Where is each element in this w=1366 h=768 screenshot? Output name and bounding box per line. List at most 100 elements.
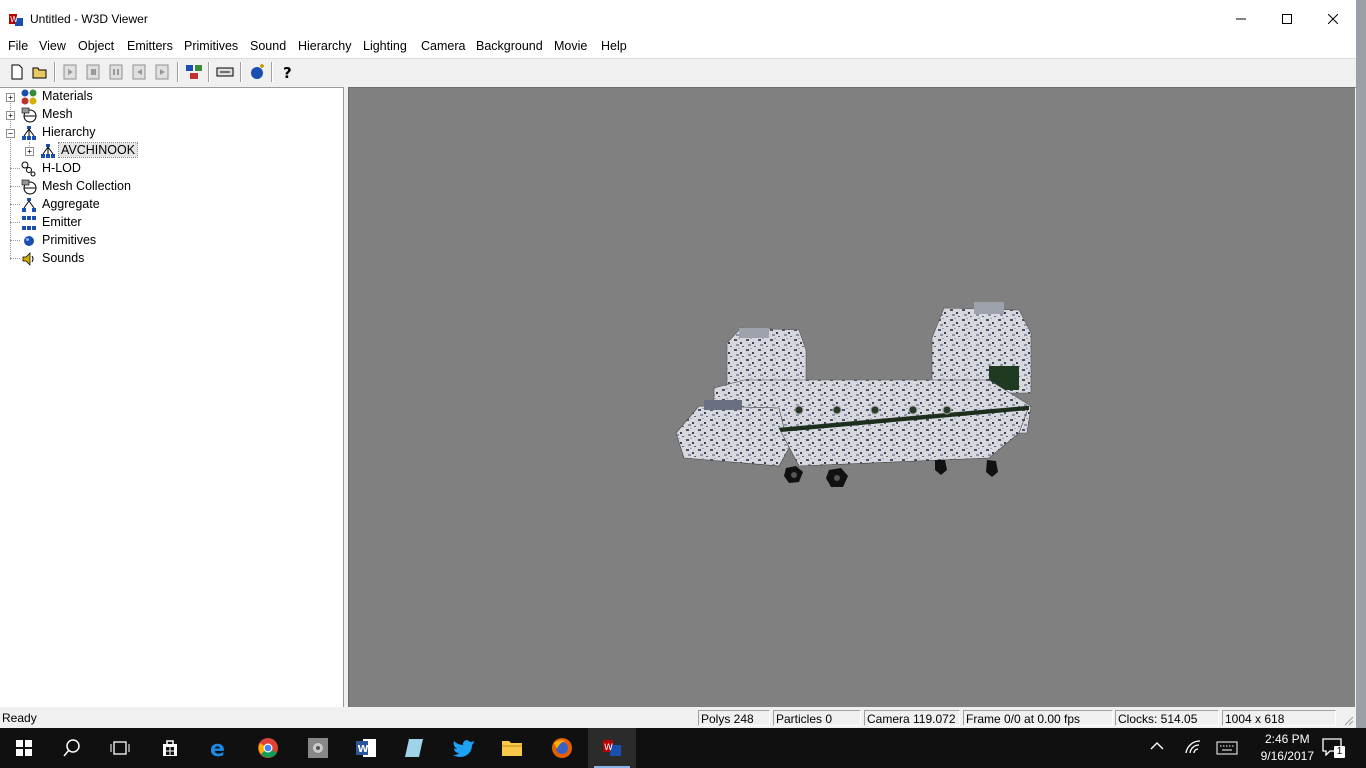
menu-sound[interactable]: Sound: [248, 39, 288, 53]
hlod-icon: [21, 161, 36, 177]
tree-item-hlod[interactable]: H-LOD: [0, 160, 340, 178]
menu-file[interactable]: File: [6, 39, 30, 53]
object-tree-icon: [186, 65, 202, 79]
tree-item-label: H-LOD: [42, 161, 81, 175]
anim-step-forward-button[interactable]: [153, 63, 171, 81]
tree-item-label: Mesh: [42, 107, 73, 121]
tree-item-mesh-collection[interactable]: Mesh Collection: [0, 178, 340, 196]
svg-text:W: W: [604, 743, 613, 753]
expand-toggle[interactable]: +: [25, 147, 34, 156]
anim-step-back-button[interactable]: [130, 63, 148, 81]
anim-play-icon: [63, 64, 77, 80]
open-folder-icon: [32, 67, 47, 79]
help-button[interactable]: ?: [278, 63, 296, 81]
tree-item-primitives[interactable]: Primitives: [0, 232, 340, 250]
status-frame: Frame 0/0 at 0.00 fps: [963, 710, 1113, 726]
hierarchy-icon: [41, 144, 55, 158]
status-bar: Ready Polys 248 Particles 0 Camera 119.0…: [0, 708, 1356, 728]
close-button[interactable]: [1310, 0, 1356, 38]
taskbar-app-2[interactable]: [390, 728, 438, 768]
anim-stop-button[interactable]: [84, 63, 102, 81]
taskbar-word[interactable]: W: [342, 728, 390, 768]
search-button[interactable]: [48, 728, 96, 768]
primitives-icon: [24, 236, 34, 246]
taskbar-twitter[interactable]: [440, 728, 488, 768]
app-icon: [308, 738, 328, 758]
taskbar: e W W 2:46 PM 9/16/2017 1: [0, 728, 1366, 768]
app-icon: [405, 739, 423, 757]
show-hidden-icons-button[interactable]: [1150, 740, 1164, 755]
tree-item-label: Hierarchy: [42, 125, 96, 139]
menu-emitters[interactable]: Emitters: [125, 39, 175, 53]
anim-pause-button[interactable]: [107, 63, 125, 81]
tree-item-label: Mesh Collection: [42, 179, 131, 193]
taskbar-edge[interactable]: e: [196, 728, 244, 768]
taskbar-store[interactable]: [146, 728, 194, 768]
minimize-icon: [1236, 18, 1246, 20]
menu-primitives[interactable]: Primitives: [182, 39, 240, 53]
menu-hierarchy[interactable]: Hierarchy: [296, 39, 354, 53]
input-indicator-button[interactable]: [1216, 741, 1238, 758]
anim-step-back-icon: [132, 64, 146, 80]
clock-date: 9/16/2017: [1260, 749, 1314, 763]
expand-toggle[interactable]: +: [6, 93, 15, 102]
3d-viewport[interactable]: [348, 87, 1355, 707]
tree-item-mesh[interactable]: + Mesh: [0, 106, 340, 124]
status-resolution: 1004 x 618: [1222, 710, 1336, 726]
menu-lighting[interactable]: Lighting: [361, 39, 409, 53]
taskbar-w3d-viewer[interactable]: W: [588, 728, 636, 768]
menu-movie[interactable]: Movie: [552, 39, 589, 53]
tree-item-label: Aggregate: [42, 197, 100, 211]
clock[interactable]: 2:46 PM 9/16/2017: [1261, 731, 1314, 765]
new-button[interactable]: [8, 63, 26, 81]
store-icon: [163, 740, 177, 756]
status-clocks: Clocks: 514.05: [1115, 710, 1219, 726]
clock-time: 2:46 PM: [1264, 732, 1310, 746]
taskbar-chrome[interactable]: [244, 728, 292, 768]
task-view-button[interactable]: [96, 728, 144, 768]
tree-item-avchinook[interactable]: + AVCHINOOK: [0, 142, 340, 160]
collapse-toggle[interactable]: −: [6, 129, 15, 138]
taskbar-firefox[interactable]: [538, 728, 586, 768]
object-tree-button[interactable]: [185, 63, 203, 81]
keyboard-icon: [216, 67, 234, 77]
menu-camera[interactable]: Camera: [419, 39, 467, 53]
tree-item-aggregate[interactable]: Aggregate: [0, 196, 340, 214]
open-button[interactable]: [31, 63, 49, 81]
chrome-icon: [258, 738, 278, 758]
twitter-icon: [453, 740, 474, 757]
object-tree[interactable]: + Materials + Mesh − Hierarchy + AVCHINO…: [0, 87, 344, 707]
add-object-button[interactable]: [248, 63, 266, 81]
resize-grip-icon[interactable]: [1342, 714, 1354, 726]
tree-item-emitter[interactable]: Emitter: [0, 214, 340, 232]
menu-object[interactable]: Object: [76, 39, 116, 53]
menu-background[interactable]: Background: [474, 39, 545, 53]
title-bar[interactable]: W Untitled - W3D Viewer: [0, 0, 1356, 38]
network-button[interactable]: [1184, 739, 1202, 758]
menu-view[interactable]: View: [37, 39, 68, 53]
maximize-button[interactable]: [1264, 0, 1310, 38]
keyboard-button[interactable]: [216, 63, 234, 81]
tree-item-label: Primitives: [42, 233, 97, 247]
tree-item-hierarchy[interactable]: − Hierarchy: [0, 124, 340, 142]
action-center-button[interactable]: 1: [1322, 738, 1346, 760]
file-explorer-icon: [502, 741, 522, 756]
sound-icon: [22, 252, 34, 266]
minimize-button[interactable]: [1218, 0, 1264, 38]
anim-play-button[interactable]: [61, 63, 79, 81]
chinook-helicopter-model: [675, 302, 1032, 487]
menu-help[interactable]: Help: [599, 39, 629, 53]
tree-item-materials[interactable]: + Materials: [0, 88, 340, 106]
w3d-viewer-window: W Untitled - W3D Viewer File View Object…: [0, 0, 1357, 728]
start-icon: [16, 740, 32, 756]
status-particles: Particles 0: [773, 710, 861, 726]
taskbar-app-1[interactable]: [294, 728, 342, 768]
start-button[interactable]: [0, 728, 48, 768]
w3d-viewer-icon: W: [603, 740, 621, 756]
expand-toggle[interactable]: +: [6, 111, 15, 120]
tree-item-sounds[interactable]: Sounds: [0, 250, 340, 268]
tree-item-label: Emitter: [42, 215, 82, 229]
taskbar-file-explorer[interactable]: [488, 728, 536, 768]
svg-text:W: W: [358, 744, 369, 755]
task-view-icon: [110, 741, 130, 755]
